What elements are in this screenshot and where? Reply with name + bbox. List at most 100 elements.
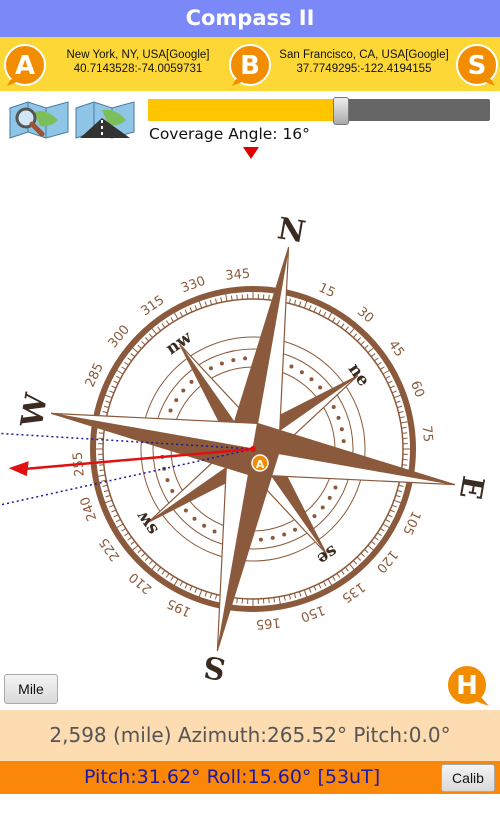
degree-tick xyxy=(236,294,238,300)
badge-s-letter: S xyxy=(468,51,487,81)
degree-tick xyxy=(398,411,404,414)
sensor-status-bar: Pitch:31.62° Roll:15.60° [53uT] xyxy=(0,761,500,794)
degree-tick xyxy=(144,556,150,561)
degree-tick xyxy=(184,309,188,315)
slider-thumb[interactable] xyxy=(332,97,349,125)
road-map-icon[interactable] xyxy=(72,98,138,140)
ring-dot xyxy=(189,379,194,384)
degree-tick xyxy=(127,536,132,541)
degree-tick xyxy=(402,432,408,434)
degree-tick xyxy=(273,597,276,603)
cardinal-label-south: S xyxy=(201,648,228,680)
degree-tick xyxy=(397,489,403,493)
intercardinal-label-nw: nw xyxy=(162,327,196,359)
location-s-badge[interactable]: S xyxy=(455,43,499,87)
ring-dot xyxy=(181,388,186,393)
degree-tick xyxy=(379,528,385,532)
ring-dot xyxy=(331,404,336,409)
degree-tick xyxy=(352,333,358,338)
degree-tick xyxy=(356,556,362,561)
degree-tick xyxy=(102,484,108,487)
ring-dot xyxy=(312,514,317,519)
help-icon: H xyxy=(456,671,478,701)
ring-dot xyxy=(174,398,179,403)
degree-tick xyxy=(157,326,162,332)
degree-tick xyxy=(141,552,146,558)
degree-label: 30 xyxy=(354,304,376,326)
distance-azimuth-info: 2,598 (mile) Azimuth:265.52° Pitch:0.0° xyxy=(0,710,500,761)
location-b-name: San Francisco, CA, USA[Google] xyxy=(279,49,449,61)
degree-tick xyxy=(220,297,223,303)
degree-tick xyxy=(204,591,208,597)
center-dot xyxy=(250,446,256,452)
map-search-icon[interactable] xyxy=(6,98,72,140)
ring-dot xyxy=(289,364,294,369)
compass-rose: 1530456075105120135150165195210225240255… xyxy=(0,211,490,680)
degree-tick xyxy=(103,489,109,493)
degree-tick xyxy=(288,594,291,600)
ring-dot xyxy=(168,408,173,413)
app-title: Compass II xyxy=(185,6,315,30)
degree-tick xyxy=(293,299,297,305)
degree-tick xyxy=(370,540,376,545)
degree-tick xyxy=(111,509,117,513)
intercardinal-label-sw: sw xyxy=(132,507,162,539)
ring-dot xyxy=(293,527,298,532)
degree-tick xyxy=(130,540,136,545)
degree-label: 75 xyxy=(419,425,435,443)
degree-label: 330 xyxy=(179,274,207,297)
ring-dot xyxy=(192,516,197,521)
degree-tick xyxy=(170,317,174,323)
degree-tick xyxy=(209,593,213,599)
ring-dot xyxy=(333,485,338,490)
location-b-coords: 37.7749295:-122.4194155 xyxy=(296,63,432,75)
degree-label: 240 xyxy=(78,494,101,522)
degree-tick xyxy=(115,375,121,380)
degree-tick xyxy=(356,337,362,342)
app-title-bar: Compass II xyxy=(0,0,500,37)
location-a-info[interactable]: New York, NY, USA[Google] 40.7143528:-74… xyxy=(50,48,226,76)
ring-dot xyxy=(183,508,188,513)
location-a-coords: 40.7143528:-74.0059731 xyxy=(73,63,203,75)
degree-tick xyxy=(161,323,166,328)
ring-dot xyxy=(243,356,248,361)
location-b-badge[interactable]: B xyxy=(228,43,272,87)
degree-tick xyxy=(105,400,111,404)
degree-tick xyxy=(111,385,117,389)
degree-tick xyxy=(215,298,218,304)
ring-dot xyxy=(219,361,224,366)
degree-tick xyxy=(385,518,391,523)
mile-unit-button[interactable]: Mile xyxy=(4,674,58,704)
calibrate-button[interactable]: Calib xyxy=(441,764,495,792)
badge-a-letter: A xyxy=(15,51,35,81)
degree-tick xyxy=(137,548,142,554)
degree-tick xyxy=(204,301,208,307)
degree-tick xyxy=(402,464,408,466)
degree-tick xyxy=(98,464,104,466)
degree-tick xyxy=(387,514,393,518)
degree-tick xyxy=(268,294,270,300)
coverage-angle-slider[interactable] xyxy=(148,97,490,125)
ring-dot xyxy=(341,439,346,444)
info-text: 2,598 (mile) Azimuth:265.52° Pitch:0.0° xyxy=(49,723,451,747)
degree-tick xyxy=(360,340,365,346)
degree-tick xyxy=(395,400,401,404)
intercardinal-label-se: se xyxy=(313,541,341,569)
degree-tick xyxy=(360,552,365,558)
degree-tick xyxy=(141,340,146,346)
ring-dot xyxy=(165,478,170,483)
ring-dot xyxy=(327,495,332,500)
degree-tick xyxy=(113,380,119,384)
degree-tick xyxy=(194,587,198,593)
ring-dot xyxy=(202,523,207,528)
intercardinal-label-ne: ne xyxy=(344,360,374,391)
degree-tick xyxy=(288,298,291,304)
degree-tick xyxy=(124,361,129,366)
degree-tick xyxy=(391,390,397,394)
help-button[interactable]: H xyxy=(443,663,493,708)
degree-tick xyxy=(121,528,127,532)
location-a-badge[interactable]: A xyxy=(3,43,47,87)
degree-tick xyxy=(379,366,385,370)
degree-label: 15 xyxy=(316,281,337,302)
location-b-info[interactable]: San Francisco, CA, USA[Google] 37.774929… xyxy=(272,48,456,76)
